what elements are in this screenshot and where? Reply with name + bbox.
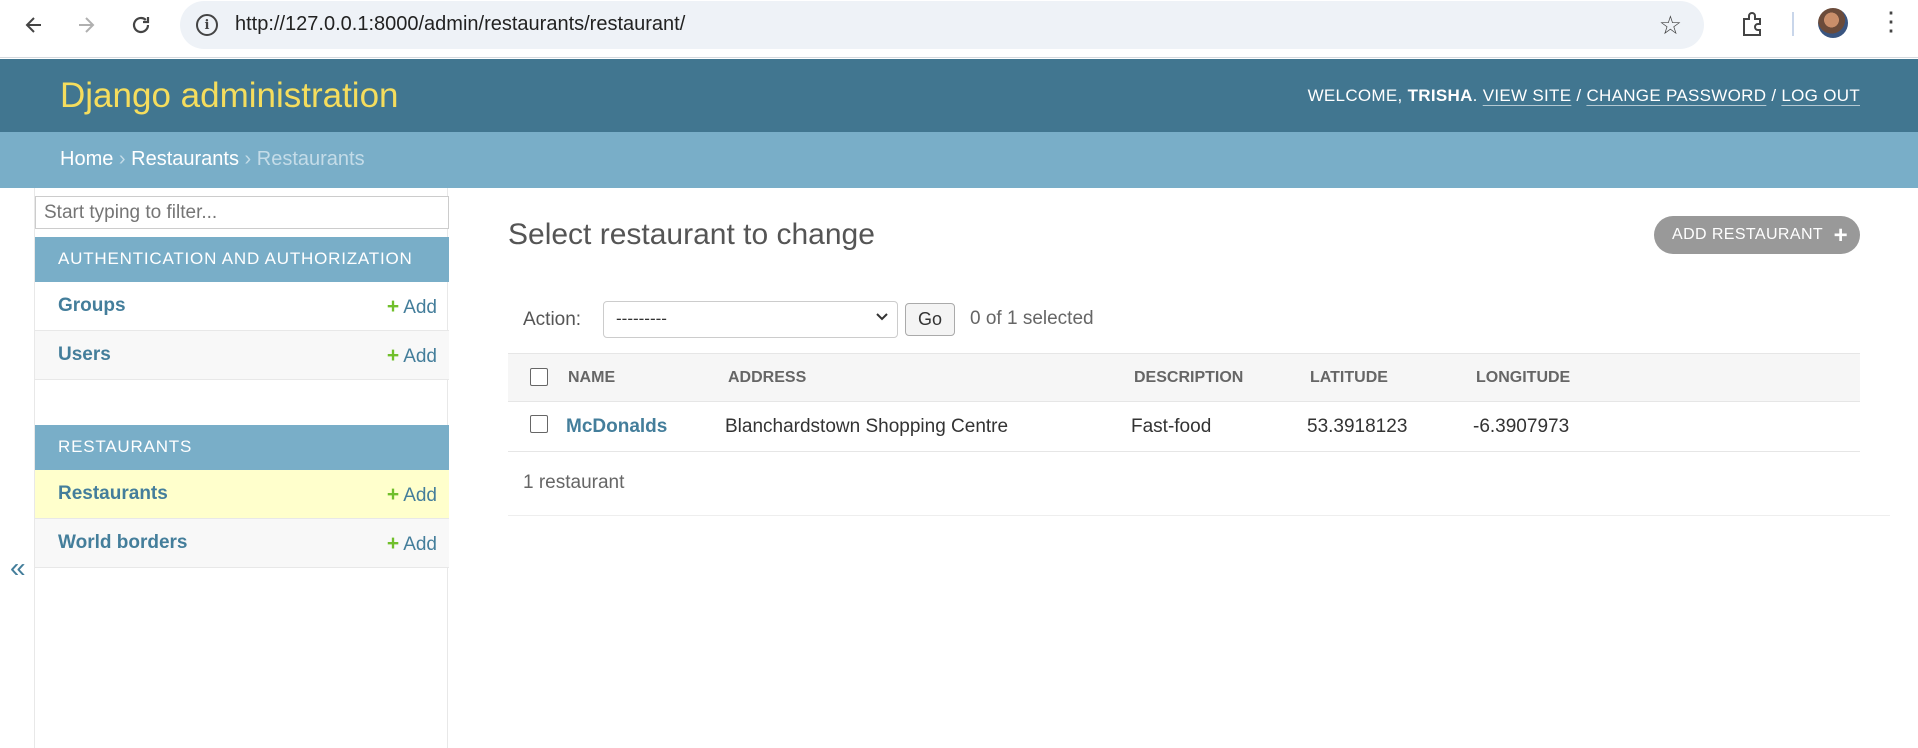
forward-icon[interactable] [72,11,100,39]
column-header-name[interactable]: Name [568,369,615,387]
go-button[interactable]: Go [905,303,955,336]
add-label: Add [403,534,437,555]
plus-icon: + [386,295,400,318]
bookmark-star-icon[interactable]: ☆ [1659,10,1682,41]
site-name[interactable]: Django administration [60,76,399,116]
site-info-icon[interactable]: i [196,14,218,36]
sidebar-item-users: Users + Add [35,331,449,380]
sidebar-item-label[interactable]: Groups [58,295,126,317]
extensions-icon[interactable] [1738,10,1766,43]
username: TRISHA [1407,86,1473,105]
add-label: Add [403,346,437,367]
add-label: Add [403,297,437,318]
address-bar[interactable]: i http://127.0.0.1:8000/admin/restaurant… [180,1,1704,49]
welcome-text: WELCOME, [1307,86,1408,105]
view-site-link[interactable]: VIEW SITE [1483,86,1572,105]
user-tools-sep: / [1766,86,1782,105]
restaurant-longitude: -6.3907973 [1473,416,1570,437]
sidebar-item-restaurants: Restaurants + Add [35,470,449,519]
welcome-dot: . [1472,86,1483,105]
breadcrumb: Home › Restaurants › Restaurants [0,132,1918,188]
change-password-link[interactable]: CHANGE PASSWORD [1586,86,1766,105]
breadcrumb-home[interactable]: Home [60,148,113,170]
sidebar-collapse-toggle[interactable]: « [10,552,26,584]
add-group-link[interactable]: + Add [387,295,437,319]
selection-counter: 0 of 1 selected [970,308,1094,329]
restaurant-address: Blanchardstown Shopping Centre [725,416,1009,437]
admin-header: Django administration WELCOME, TRISHA. V… [0,59,1918,132]
user-tools: WELCOME, TRISHA. VIEW SITE / CHANGE PASS… [1308,86,1860,106]
paginator: 1 restaurant [508,452,1890,516]
url-text[interactable]: http://127.0.0.1:8000/admin/restaurants/… [235,13,685,36]
sidebar-item-groups: Groups + Add [35,282,449,331]
restaurant-description: Fast-food [1131,416,1212,437]
plus-icon: + [386,532,400,555]
browser-toolbar: i http://127.0.0.1:8000/admin/restaurant… [0,0,1918,58]
plus-icon: + [1833,222,1848,249]
reload-icon[interactable] [127,11,155,39]
breadcrumb-sep: › [238,148,257,170]
table-row: McDonalds Blanchardstown Shopping Centre… [508,402,1860,452]
breadcrumb-app[interactable]: Restaurants [131,148,239,170]
browser-menu-icon[interactable]: ⋮ [1878,8,1904,34]
row-select-checkbox[interactable] [530,415,548,433]
sidebar-item-label[interactable]: Restaurants [58,483,168,505]
actions-bar: Action: --------- Go 0 of 1 selected [508,297,1860,353]
add-label: Add [403,485,437,506]
column-header-address[interactable]: Address [728,369,806,387]
user-tools-sep: / [1571,86,1587,105]
column-header-longitude[interactable]: Longitude [1476,369,1570,387]
chevron-down-icon [875,307,889,328]
select-all-checkbox[interactable] [530,368,548,386]
action-label: Action: [523,309,582,330]
nav-filter-input[interactable] [35,196,449,229]
table-header: Name Address Description Latitude Longit… [508,353,1860,402]
add-restaurant-link[interactable]: + Add [387,483,437,507]
breadcrumb-current: Restaurants [256,148,365,170]
app-caption-auth[interactable]: Authentication and Authorization [35,237,449,282]
add-world-border-link[interactable]: + Add [387,532,437,556]
page-title: Select restaurant to change [508,218,875,251]
action-selected-value: --------- [616,309,667,328]
toolbar-divider [1792,12,1794,36]
sidebar-item-label[interactable]: World borders [58,532,188,554]
column-header-description[interactable]: Description [1134,369,1243,387]
restaurant-latitude: 53.3918123 [1307,416,1408,437]
log-out-link[interactable]: LOG OUT [1781,86,1860,105]
result-count: 1 restaurant [523,472,625,493]
profile-avatar[interactable] [1818,8,1848,38]
plus-icon: + [386,483,400,506]
column-header-latitude[interactable]: Latitude [1310,369,1388,387]
breadcrumb-sep: › [113,148,132,170]
plus-icon: + [386,344,400,367]
nav-sidebar: Authentication and Authorization Groups … [34,188,449,748]
back-icon[interactable] [20,11,48,39]
app-caption-restaurants[interactable]: Restaurants [35,425,449,470]
add-button-label: ADD RESTAURANT [1672,226,1824,243]
add-restaurant-button[interactable]: ADD RESTAURANT + [1654,216,1860,254]
sidebar-item-world-borders: World borders + Add [35,519,449,568]
sidebar-item-label[interactable]: Users [58,344,111,366]
add-user-link[interactable]: + Add [387,344,437,368]
action-select[interactable]: --------- [603,301,898,338]
restaurant-name-link[interactable]: McDonalds [566,416,667,438]
